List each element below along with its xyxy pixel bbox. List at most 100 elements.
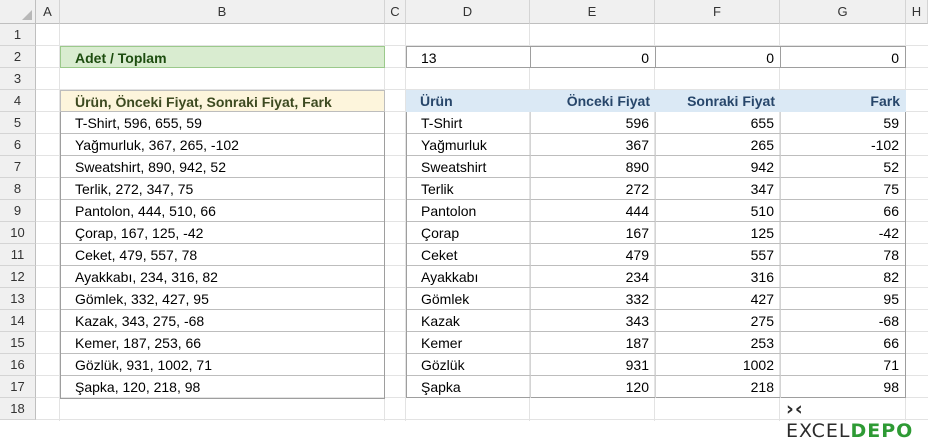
table-cell-sonraki-fiyat[interactable]: 316 xyxy=(656,266,781,288)
summary-total-g-cell[interactable]: 0 xyxy=(780,46,906,68)
table-cell-onceki-fiyat[interactable]: 120 xyxy=(531,376,656,398)
table-header-fark[interactable]: Fark xyxy=(780,90,906,112)
source-line-cell[interactable]: Gözlük, 931, 1002, 71 xyxy=(61,354,384,376)
source-line-cell[interactable]: Sweatshirt, 890, 942, 52 xyxy=(61,156,384,178)
table-cell-urun[interactable]: Ayakkabı xyxy=(407,266,531,288)
table-cell-fark[interactable]: 71 xyxy=(781,354,905,376)
row-header-16[interactable]: 16 xyxy=(0,354,36,376)
source-line-cell[interactable]: Terlik, 272, 347, 75 xyxy=(61,178,384,200)
select-all-corner[interactable] xyxy=(0,0,36,24)
row-header-6[interactable]: 6 xyxy=(0,134,36,156)
row-header-15[interactable]: 15 xyxy=(0,332,36,354)
row-header-14[interactable]: 14 xyxy=(0,310,36,332)
row-header-4[interactable]: 4 xyxy=(0,90,36,112)
source-line-cell[interactable]: T-Shirt, 596, 655, 59 xyxy=(61,112,384,134)
table-cell-urun[interactable]: Sweatshirt xyxy=(407,156,531,178)
row-header-12[interactable]: 12 xyxy=(0,266,36,288)
source-line-cell[interactable]: Kemer, 187, 253, 66 xyxy=(61,332,384,354)
table-cell-fark[interactable]: 95 xyxy=(781,288,905,310)
source-line-cell[interactable]: Ceket, 479, 557, 78 xyxy=(61,244,384,266)
table-cell-onceki-fiyat[interactable]: 343 xyxy=(531,310,656,332)
table-cell-sonraki-fiyat[interactable]: 942 xyxy=(656,156,781,178)
table-cell-urun[interactable]: T-Shirt xyxy=(407,112,531,134)
source-line-cell[interactable]: Kazak, 343, 275, -68 xyxy=(61,310,384,332)
table-cell-sonraki-fiyat[interactable]: 265 xyxy=(656,134,781,156)
table-cell-urun[interactable]: Terlik xyxy=(407,178,531,200)
table-cell-sonraki-fiyat[interactable]: 218 xyxy=(656,376,781,398)
table-cell-fark[interactable]: 66 xyxy=(781,200,905,222)
source-line-cell[interactable]: Şapka, 120, 218, 98 xyxy=(61,376,384,398)
table-cell-onceki-fiyat[interactable]: 167 xyxy=(531,222,656,244)
table-cell-urun[interactable]: Ceket xyxy=(407,244,531,266)
table-cell-sonraki-fiyat[interactable]: 253 xyxy=(656,332,781,354)
table-cell-fark[interactable]: 59 xyxy=(781,112,905,134)
table-cell-sonraki-fiyat[interactable]: 1002 xyxy=(656,354,781,376)
table-cell-onceki-fiyat[interactable]: 931 xyxy=(531,354,656,376)
table-cell-onceki-fiyat[interactable]: 367 xyxy=(531,134,656,156)
row-header-7[interactable]: 7 xyxy=(0,156,36,178)
table-header-urun[interactable]: Ürün xyxy=(406,90,531,112)
table-cell-onceki-fiyat[interactable]: 596 xyxy=(531,112,656,134)
table-cell-urun[interactable]: Pantolon xyxy=(407,200,531,222)
table-cell-onceki-fiyat[interactable]: 479 xyxy=(531,244,656,266)
table-cell-fark[interactable]: 75 xyxy=(781,178,905,200)
column-header-e[interactable]: E xyxy=(530,0,655,24)
table-cell-sonraki-fiyat[interactable]: 347 xyxy=(656,178,781,200)
table-cell-fark[interactable]: -102 xyxy=(781,134,905,156)
table-cell-onceki-fiyat[interactable]: 272 xyxy=(531,178,656,200)
table-cell-urun[interactable]: Kazak xyxy=(407,310,531,332)
table-cell-sonraki-fiyat[interactable]: 275 xyxy=(656,310,781,332)
column-header-h[interactable]: H xyxy=(906,0,928,24)
column-header-c[interactable]: C xyxy=(385,0,406,24)
row-header-2[interactable]: 2 xyxy=(0,46,36,68)
table-cell-fark[interactable]: 52 xyxy=(781,156,905,178)
column-header-g[interactable]: G xyxy=(780,0,906,24)
row-header-3[interactable]: 3 xyxy=(0,68,36,90)
summary-total-e-cell[interactable]: 0 xyxy=(530,46,656,68)
table-cell-urun[interactable]: Çorap xyxy=(407,222,531,244)
source-line-cell[interactable]: Pantolon, 444, 510, 66 xyxy=(61,200,384,222)
table-cell-fark[interactable]: 82 xyxy=(781,266,905,288)
row-header-1[interactable]: 1 xyxy=(0,24,36,46)
source-header-cell[interactable]: Ürün, Önceki Fiyat, Sonraki Fiyat, Fark xyxy=(60,90,385,112)
row-header-9[interactable]: 9 xyxy=(0,200,36,222)
table-cell-sonraki-fiyat[interactable]: 557 xyxy=(656,244,781,266)
source-line-cell[interactable]: Gömlek, 332, 427, 95 xyxy=(61,288,384,310)
table-cell-fark[interactable]: 98 xyxy=(781,376,905,398)
row-header-11[interactable]: 11 xyxy=(0,244,36,266)
table-cell-fark[interactable]: 78 xyxy=(781,244,905,266)
table-cell-onceki-fiyat[interactable]: 332 xyxy=(531,288,656,310)
table-cell-urun[interactable]: Gözlük xyxy=(407,354,531,376)
table-cell-fark[interactable]: -42 xyxy=(781,222,905,244)
source-line-cell[interactable]: Çorap, 167, 125, -42 xyxy=(61,222,384,244)
row-header-18[interactable]: 18 xyxy=(0,398,36,420)
row-header-10[interactable]: 10 xyxy=(0,222,36,244)
table-cell-urun[interactable]: Gömlek xyxy=(407,288,531,310)
column-header-a[interactable]: A xyxy=(36,0,60,24)
column-header-d[interactable]: D xyxy=(406,0,530,24)
table-cell-sonraki-fiyat[interactable]: 125 xyxy=(656,222,781,244)
table-cell-urun[interactable]: Kemer xyxy=(407,332,531,354)
summary-total-f-cell[interactable]: 0 xyxy=(655,46,781,68)
source-line-cell[interactable]: Yağmurluk, 367, 265, -102 xyxy=(61,134,384,156)
table-cell-onceki-fiyat[interactable]: 444 xyxy=(531,200,656,222)
source-line-cell[interactable]: Ayakkabı, 234, 316, 82 xyxy=(61,266,384,288)
row-header-5[interactable]: 5 xyxy=(0,112,36,134)
table-cell-sonraki-fiyat[interactable]: 427 xyxy=(656,288,781,310)
table-header-sonraki-fiyat[interactable]: Sonraki Fiyat xyxy=(655,90,781,112)
table-header-onceki-fiyat[interactable]: Önceki Fiyat xyxy=(530,90,656,112)
summary-label-cell[interactable]: Adet / Toplam xyxy=(60,46,385,68)
table-cell-fark[interactable]: 66 xyxy=(781,332,905,354)
column-header-b[interactable]: B xyxy=(60,0,385,24)
table-cell-onceki-fiyat[interactable]: 890 xyxy=(531,156,656,178)
table-cell-sonraki-fiyat[interactable]: 655 xyxy=(656,112,781,134)
table-cell-sonraki-fiyat[interactable]: 510 xyxy=(656,200,781,222)
table-cell-onceki-fiyat[interactable]: 187 xyxy=(531,332,656,354)
table-cell-onceki-fiyat[interactable]: 234 xyxy=(531,266,656,288)
row-header-8[interactable]: 8 xyxy=(0,178,36,200)
table-cell-urun[interactable]: Şapka xyxy=(407,376,531,398)
column-header-f[interactable]: F xyxy=(655,0,780,24)
summary-count-cell[interactable]: 13 xyxy=(406,46,531,68)
row-header-13[interactable]: 13 xyxy=(0,288,36,310)
table-cell-urun[interactable]: Yağmurluk xyxy=(407,134,531,156)
